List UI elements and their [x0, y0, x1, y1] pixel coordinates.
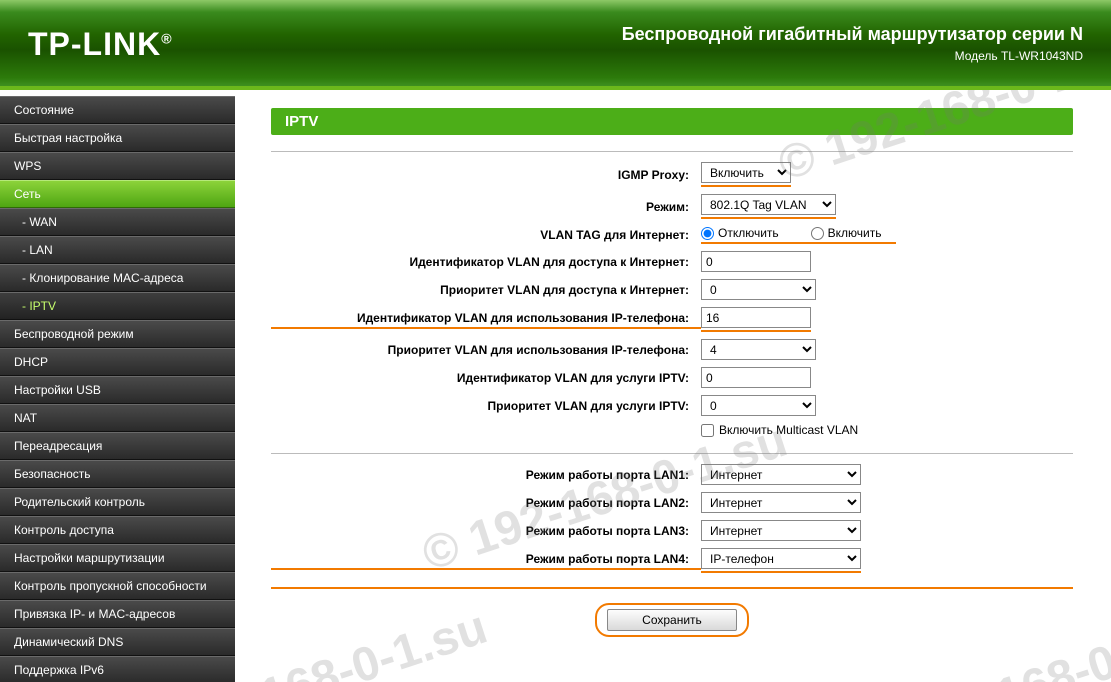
- divider-orange: [271, 587, 1073, 589]
- igmp-select[interactable]: Включить: [701, 162, 791, 183]
- lan4-select[interactable]: IP-телефон: [701, 548, 861, 569]
- vlan-id-phone-input[interactable]: [701, 307, 811, 328]
- sidebar-item[interactable]: WPS: [0, 152, 235, 180]
- label-vlan-prio-inet: Приоритет VLAN для доступа к Интернет:: [271, 283, 701, 297]
- divider: [271, 151, 1073, 152]
- label-lan3: Режим работы порта LAN3:: [271, 524, 701, 538]
- label-vlan-id-phone: Идентификатор VLAN для использования IP-…: [271, 311, 701, 329]
- page-title: IPTV: [271, 108, 1073, 135]
- lan1-select[interactable]: Интернет: [701, 464, 861, 485]
- sidebar-item[interactable]: Контроль доступа: [0, 516, 235, 544]
- vlan-id-iptv-input[interactable]: [701, 367, 811, 388]
- sidebar-item[interactable]: Переадресация: [0, 432, 235, 460]
- save-button[interactable]: Сохранить: [607, 609, 737, 631]
- vlan-id-inet-input[interactable]: [701, 251, 811, 272]
- sidebar: СостояниеБыстрая настройкаWPSСеть- WAN- …: [0, 90, 235, 682]
- label-lan4: Режим работы порта LAN4:: [271, 552, 701, 570]
- multicast-checkbox[interactable]: [701, 424, 714, 437]
- sidebar-item[interactable]: - LAN: [0, 236, 235, 264]
- sidebar-item[interactable]: Привязка IP- и MAC-адресов: [0, 600, 235, 628]
- header-right: Беспроводной гигабитный маршрутизатор се…: [622, 24, 1083, 63]
- save-highlight: Сохранить: [595, 603, 749, 637]
- label-vlan-prio-phone: Приоритет VLAN для использования IP-теле…: [271, 343, 701, 357]
- sidebar-item[interactable]: Беспроводной режим: [0, 320, 235, 348]
- divider: [271, 453, 1073, 454]
- header: TP-LINK® Беспроводной гигабитный маршрут…: [0, 0, 1111, 90]
- content: © 192-168-0-1.su © 192-168-0-1.su © 192-…: [235, 90, 1111, 682]
- sidebar-item[interactable]: DHCP: [0, 348, 235, 376]
- mode-select[interactable]: 802.1Q Tag VLAN: [701, 194, 836, 215]
- sidebar-item[interactable]: - Клонирование MAC-адреса: [0, 264, 235, 292]
- label-vlan-tag: VLAN TAG для Интернет:: [271, 228, 701, 242]
- vlan-tag-off[interactable]: Отключить: [701, 226, 779, 240]
- radio-on-label: Включить: [828, 226, 882, 240]
- sidebar-item[interactable]: Быстрая настройка: [0, 124, 235, 152]
- sidebar-item[interactable]: Контроль пропускной способности: [0, 572, 235, 600]
- sidebar-item[interactable]: - WAN: [0, 208, 235, 236]
- sidebar-item[interactable]: - IPTV: [0, 292, 235, 320]
- sidebar-item[interactable]: Родительский контроль: [0, 488, 235, 516]
- sidebar-item[interactable]: Сеть: [0, 180, 235, 208]
- label-igmp: IGMP Proxy:: [271, 168, 701, 182]
- reg-mark: ®: [161, 30, 172, 46]
- vlan-prio-phone-select[interactable]: 4: [701, 339, 816, 360]
- multicast-checkbox-label[interactable]: Включить Multicast VLAN: [701, 423, 858, 437]
- brand-logo: TP-LINK®: [28, 26, 173, 63]
- sidebar-item[interactable]: Динамический DNS: [0, 628, 235, 656]
- sidebar-item[interactable]: Состояние: [0, 96, 235, 124]
- label-lan2: Режим работы порта LAN2:: [271, 496, 701, 510]
- header-model: Модель TL-WR1043ND: [622, 49, 1083, 63]
- sidebar-item[interactable]: NAT: [0, 404, 235, 432]
- lan2-select[interactable]: Интернет: [701, 492, 861, 513]
- vlan-prio-inet-select[interactable]: 0: [701, 279, 816, 300]
- label-mode: Режим:: [271, 200, 701, 214]
- label-vlan-id-inet: Идентификатор VLAN для доступа к Интерне…: [271, 255, 701, 269]
- sidebar-item[interactable]: Безопасность: [0, 460, 235, 488]
- radio-off[interactable]: [701, 227, 714, 240]
- vlan-prio-iptv-select[interactable]: 0: [701, 395, 816, 416]
- sidebar-item[interactable]: Поддержка IPv6: [0, 656, 235, 682]
- lan3-select[interactable]: Интернет: [701, 520, 861, 541]
- label-vlan-id-iptv: Идентификатор VLAN для услуги IPTV:: [271, 371, 701, 385]
- multicast-text: Включить Multicast VLAN: [719, 423, 858, 437]
- label-lan1: Режим работы порта LAN1:: [271, 468, 701, 482]
- sidebar-item[interactable]: Настройки маршрутизации: [0, 544, 235, 572]
- brand-text: TP-LINK: [28, 26, 161, 62]
- label-vlan-prio-iptv: Приоритет VLAN для услуги IPTV:: [271, 399, 701, 413]
- header-title: Беспроводной гигабитный маршрутизатор се…: [622, 24, 1083, 45]
- radio-on[interactable]: [811, 227, 824, 240]
- sidebar-item[interactable]: Настройки USB: [0, 376, 235, 404]
- radio-off-label: Отключить: [718, 226, 779, 240]
- vlan-tag-on[interactable]: Включить: [811, 226, 882, 240]
